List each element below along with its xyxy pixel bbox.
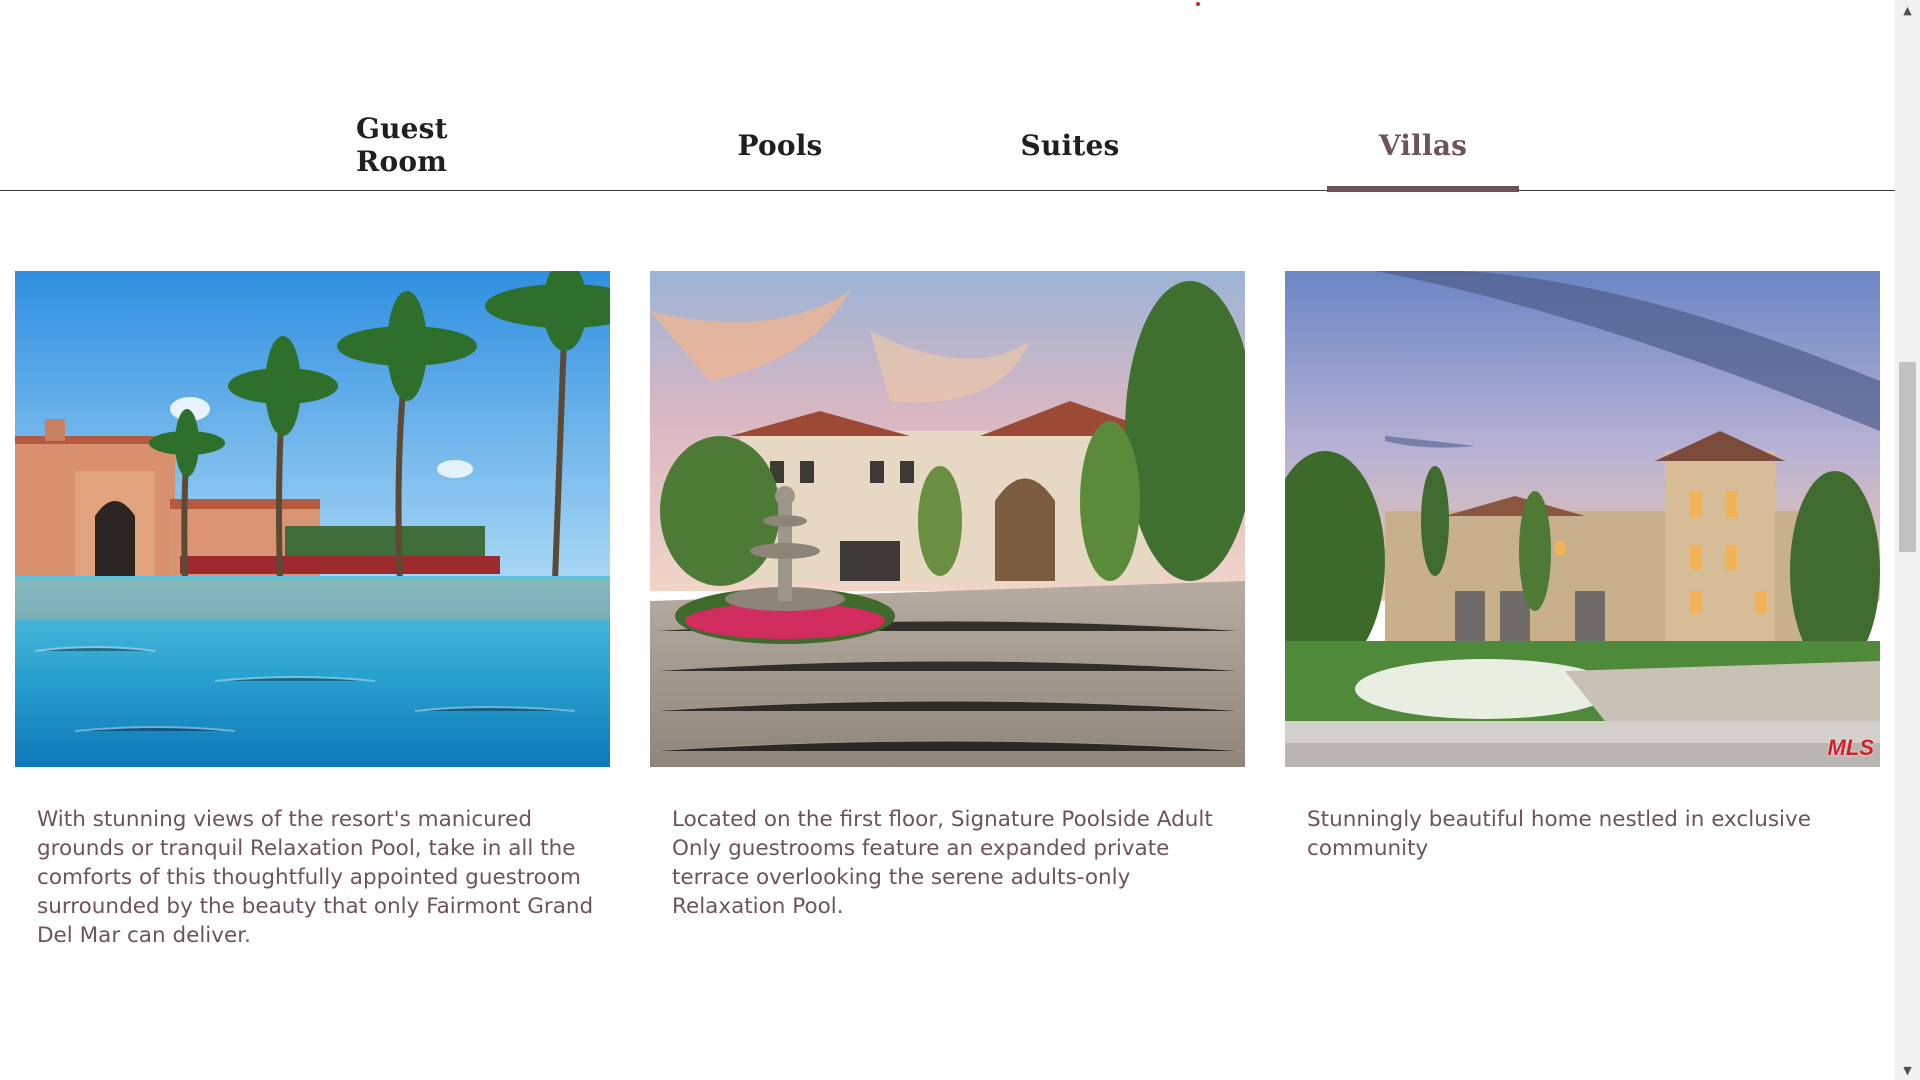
pool-photo[interactable] bbox=[15, 271, 610, 767]
tab-suites[interactable]: Suites bbox=[1005, 100, 1135, 190]
tab-label: Guest Room bbox=[356, 112, 448, 178]
mls-watermark: MLS bbox=[1827, 735, 1874, 760]
tab-pools[interactable]: Pools bbox=[720, 100, 840, 190]
villa-fountain-photo[interactable] bbox=[650, 271, 1245, 767]
card: With stunning views of the resort's mani… bbox=[15, 271, 610, 950]
card: MLS Stunningly beautiful home nestled in… bbox=[1285, 271, 1880, 863]
tab-bar: Guest Room Pools Suites Villas bbox=[0, 100, 1895, 192]
card-description: Stunningly beautiful home nestled in exc… bbox=[1307, 807, 1811, 861]
scrollbar-thumb[interactable] bbox=[1899, 362, 1916, 552]
tab-villas[interactable]: Villas bbox=[1327, 100, 1519, 192]
active-tab-indicator bbox=[1327, 186, 1519, 192]
triangle-down-icon[interactable]: ▼ bbox=[1895, 1060, 1920, 1080]
card: Located on the first floor, Signature Po… bbox=[650, 271, 1245, 921]
card-description: Located on the first floor, Signature Po… bbox=[672, 807, 1213, 919]
tab-label: Suites bbox=[1020, 128, 1120, 162]
indicator-dot bbox=[1196, 2, 1200, 6]
tab-label: Villas bbox=[1378, 128, 1468, 162]
card-description: With stunning views of the resort's mani… bbox=[37, 807, 594, 948]
page: Guest Room Pools Suites Villas With stun… bbox=[0, 0, 1895, 1080]
tab-guest-room[interactable]: Guest Room bbox=[356, 100, 546, 190]
tab-label: Pools bbox=[737, 128, 823, 162]
villa-dusk-photo[interactable]: MLS bbox=[1285, 271, 1880, 767]
triangle-up-icon[interactable]: ▲ bbox=[1895, 0, 1920, 20]
vertical-scrollbar[interactable]: ▲ ▼ bbox=[1895, 0, 1920, 1080]
